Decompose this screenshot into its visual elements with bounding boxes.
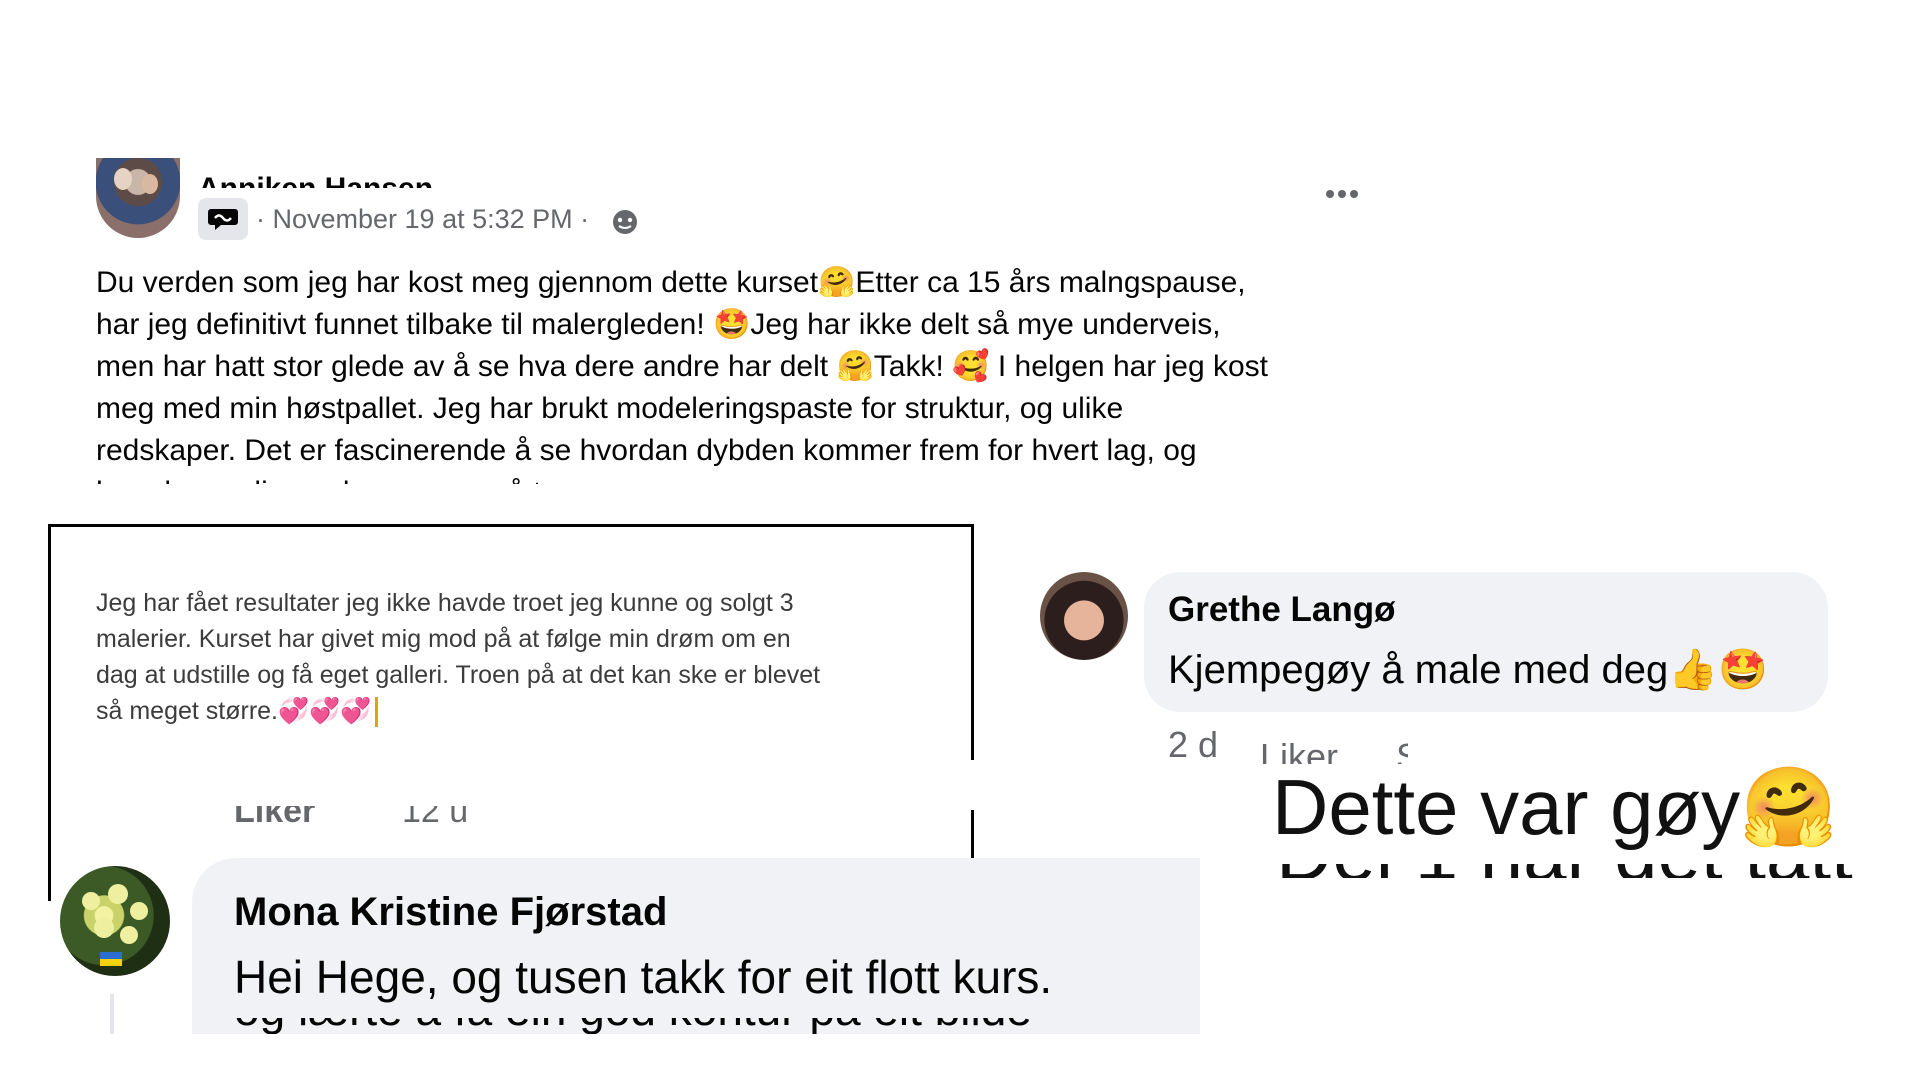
thread-line <box>110 994 114 1034</box>
commenter-avatar-grethe[interactable] <box>1040 572 1128 660</box>
commenter-name[interactable]: Mona Kristine Fjørstad <box>234 890 667 935</box>
post-line: men har hatt stor glede av å se hva dere… <box>96 350 1269 383</box>
post-line: redskaper. Det er fascinerende å se hvor… <box>96 434 1197 467</box>
post-line: har jeg definitivt funnet tilbake til ma… <box>96 308 1221 341</box>
comment-text: Hei Hege, og tusen takk for eit flott ku… <box>234 951 1053 1003</box>
zoomed-comment-text: Dette var gøy🤗 <box>1272 763 1838 851</box>
more-options-icon[interactable] <box>1322 180 1362 208</box>
zoomed-comment-line2: Del 1 har det tatt <box>1276 864 1853 878</box>
commenter-avatar-mona[interactable] <box>60 866 170 976</box>
testimonial-line: Jeg har fået resultater jeg ikke havde t… <box>96 589 794 617</box>
post-timestamp[interactable]: · November 19 at 5:32 PM · <box>256 204 589 235</box>
like-link[interactable]: Liker <box>234 806 315 831</box>
post-line: Du verden som jeg har kost meg gjennom d… <box>96 266 1246 299</box>
speech-badge-icon <box>208 209 238 230</box>
post-line: hvordan malingen legger seg på toppene <box>96 472 1396 484</box>
post-author-name[interactable]: Anniken Hansen <box>198 172 433 188</box>
comment-time: 12 u <box>402 806 469 830</box>
comment-text-cropped: og lærte å få ein god kontur på eit bild… <box>234 1018 1134 1034</box>
ukraine-flag-icon <box>100 952 122 966</box>
post-line: meg med min høstpallet. Jeg har brukt mo… <box>96 392 1124 425</box>
post-author-name-cropped[interactable]: Anniken Hansen <box>198 158 498 188</box>
zoomed-comment: Dette var gøy🤗 <box>1270 752 1920 874</box>
testimonial-line: dag at udstille og få eget galleri. Troe… <box>96 661 821 689</box>
danish-card-actions: Liker 12 u <box>234 806 634 836</box>
globe-icon <box>613 210 637 234</box>
comment-text: Kjempegøy å male med deg👍🤩 <box>1168 648 1768 692</box>
danish-testimonial-text: Jeg har fået resultater jeg ikke havde t… <box>96 585 956 729</box>
testimonial-line: malerier. Kurset har givet mig mod på at… <box>96 625 791 653</box>
commenter-name[interactable]: Grethe Langø <box>1168 590 1396 630</box>
comment-bubble-mona <box>192 858 1200 1034</box>
comment-text-line2: og lærte å få ein god kontur på eit bild… <box>234 1018 1032 1034</box>
card-border-gap <box>963 760 975 810</box>
top-fan-badge[interactable] <box>198 198 248 240</box>
testimonial-line: så meget større.💞💞💞 <box>96 693 956 729</box>
post-body: Du verden som jeg har kost meg gjennom d… <box>96 262 1396 484</box>
text-cursor <box>375 697 379 728</box>
zoomed-comment-cropped-line: Del 1 har det tatt <box>1270 864 1920 878</box>
post-author-avatar[interactable] <box>96 158 180 238</box>
comment-time: 2 d <box>1168 724 1219 764</box>
